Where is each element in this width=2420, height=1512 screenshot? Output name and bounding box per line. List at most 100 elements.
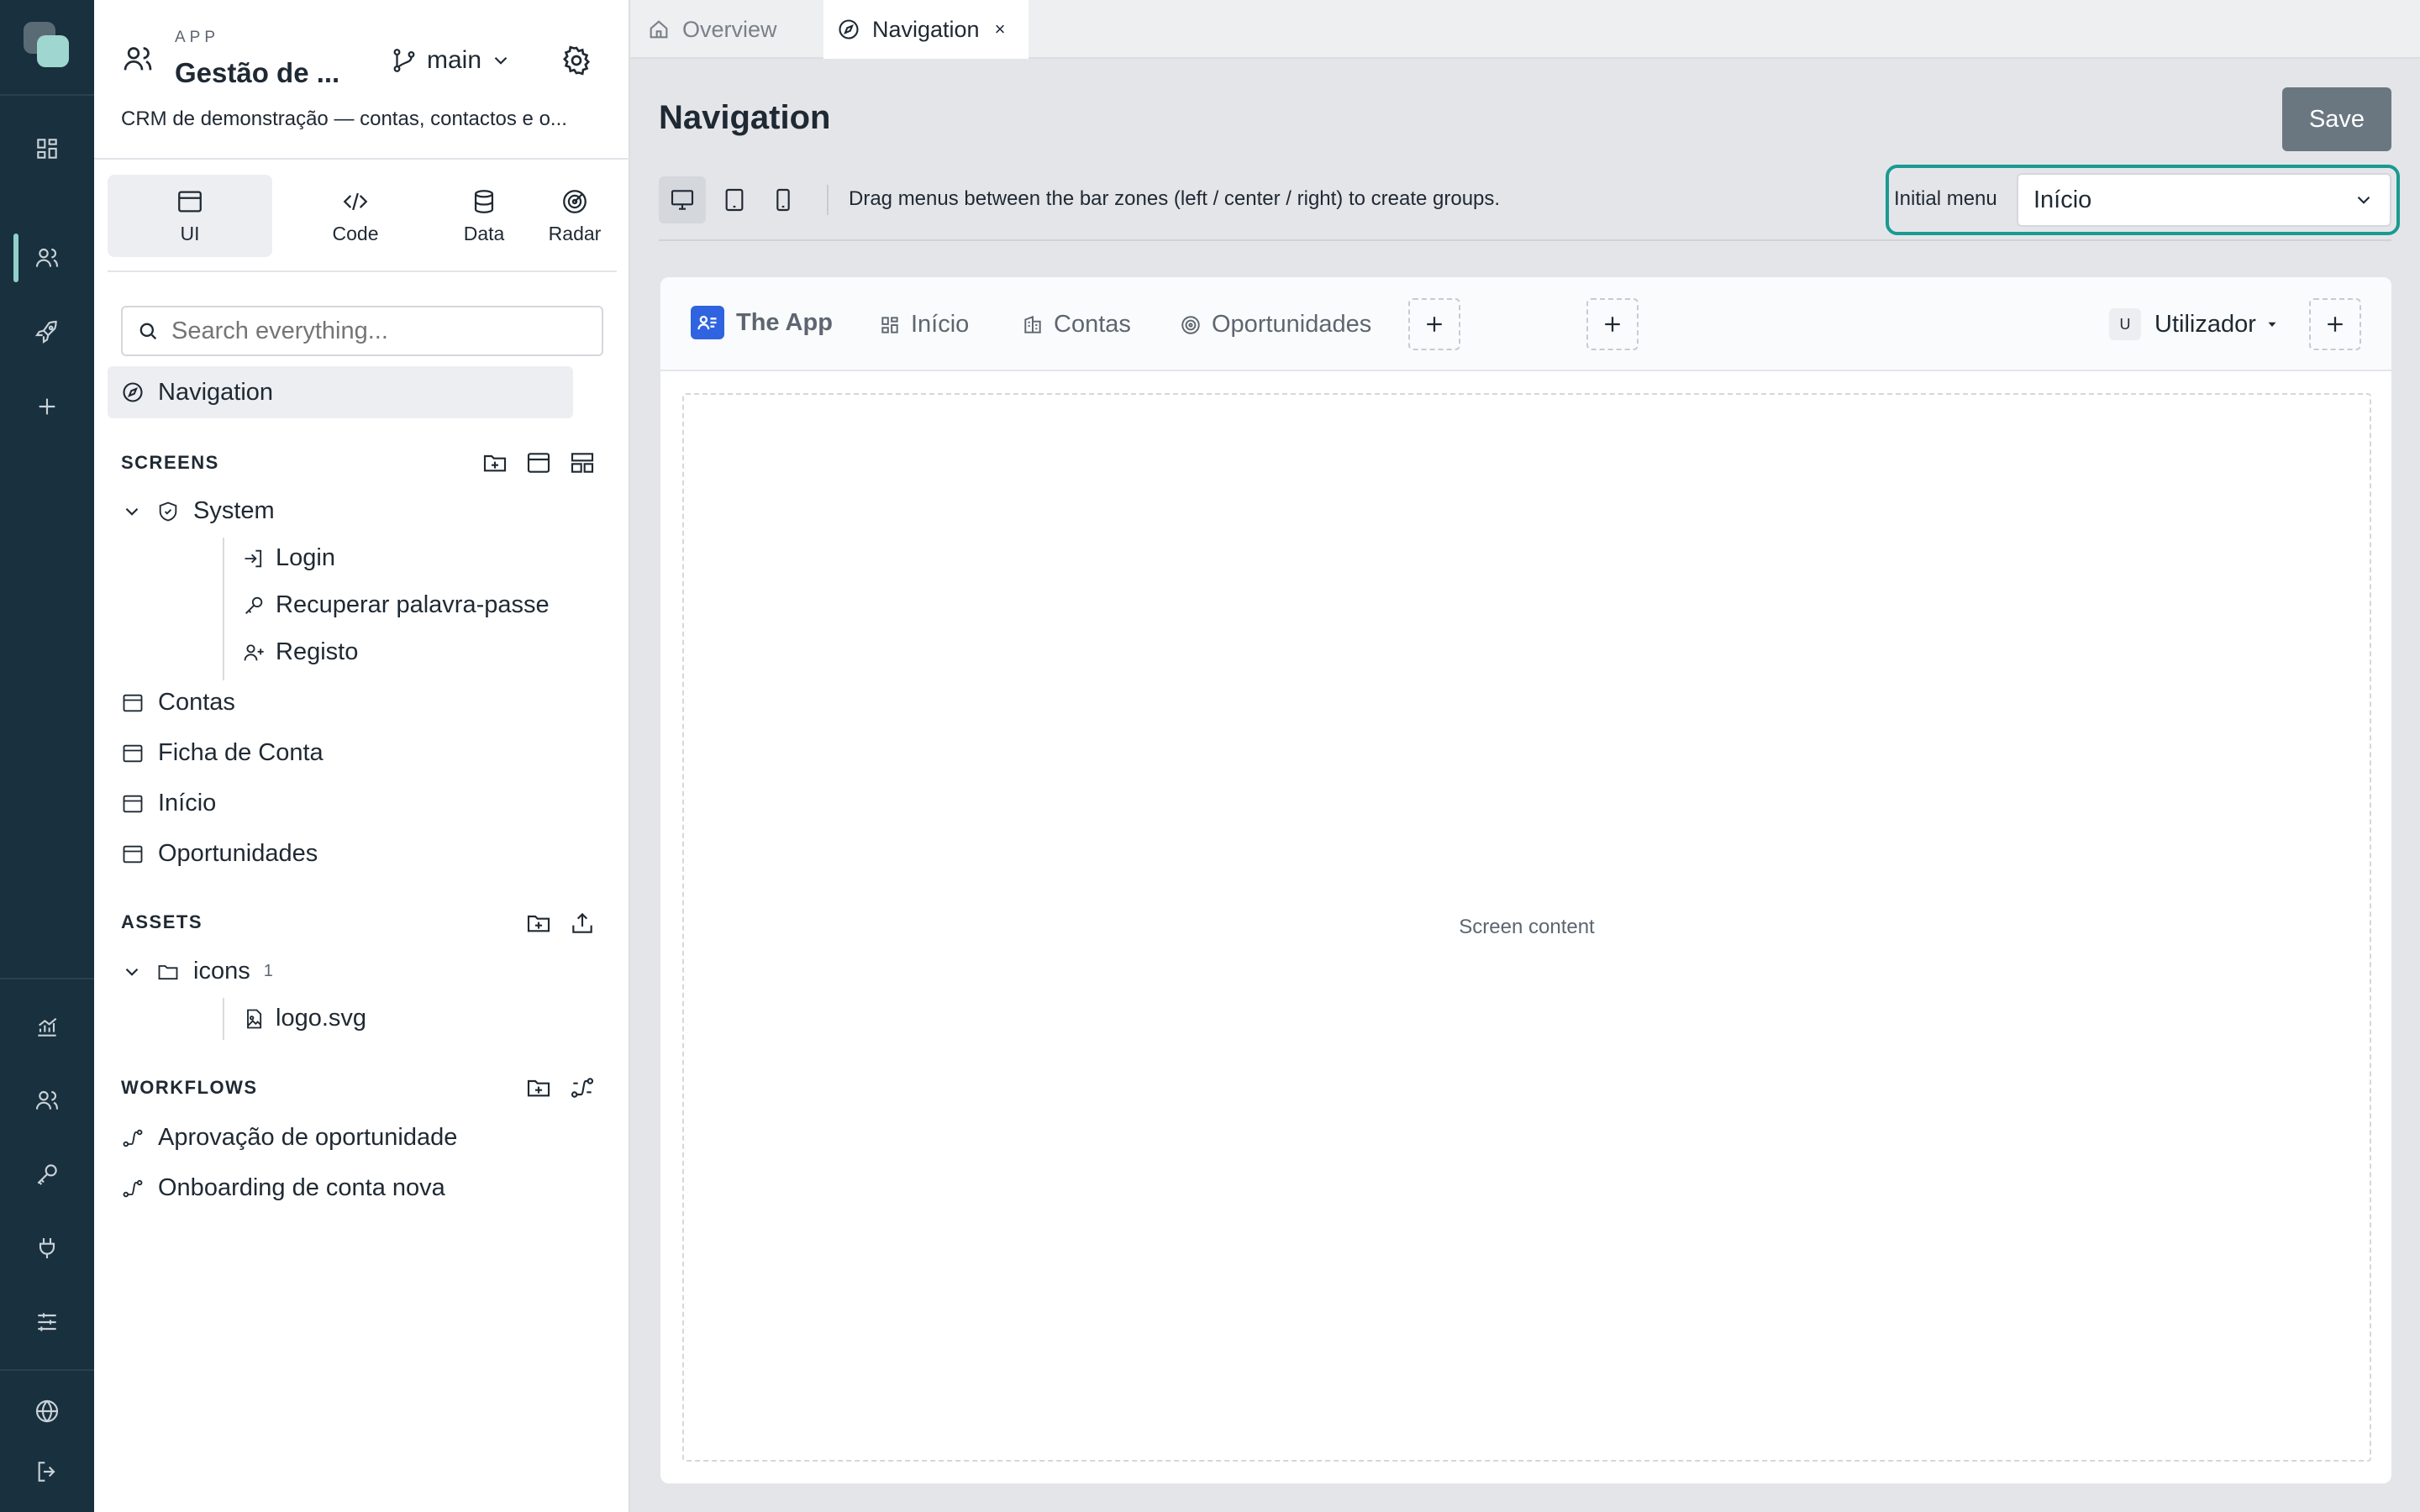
workflow-item-aprovacao[interactable]: Aprovação de oportunidade	[121, 1124, 457, 1152]
initial-menu-value: Início	[2033, 186, 2092, 213]
platform-logo[interactable]	[24, 22, 71, 69]
assets-section-title: ASSETS	[121, 911, 203, 932]
target-icon	[1181, 315, 1200, 334]
workflow-icon	[123, 1129, 143, 1147]
app-kicker: APP	[175, 29, 220, 46]
page-title: Navigation	[659, 99, 831, 136]
branch-selector[interactable]: main	[390, 42, 512, 79]
app-rail	[0, 0, 94, 1512]
users-icon[interactable]	[29, 239, 66, 276]
save-button[interactable]: Save	[2282, 87, 2391, 151]
screen-item-label: Registo	[276, 638, 359, 665]
screen-item-contas[interactable]: Contas	[121, 689, 235, 717]
screen-item-label: Ficha de Conta	[158, 739, 324, 766]
divider	[94, 158, 630, 160]
tree-guide	[223, 538, 224, 680]
nav-item-navigation[interactable]: Navigation	[108, 366, 573, 418]
screen-content-area: Screen content	[682, 393, 2371, 1462]
tree-guide	[223, 998, 224, 1040]
tree-group-system[interactable]: System	[121, 497, 275, 525]
sliders-icon[interactable]	[29, 1304, 66, 1341]
device-mobile-button[interactable]	[760, 176, 807, 223]
caret-down-icon	[2268, 322, 2276, 327]
workflow-icon[interactable]	[568, 1074, 597, 1102]
tab-close-icon[interactable]: ×	[995, 18, 1006, 40]
screen-item-label: Login	[276, 544, 335, 571]
apps-grid-icon[interactable]	[29, 130, 66, 167]
workflow-item-label: Aprovação de oportunidade	[158, 1124, 458, 1151]
chevron-down-icon	[2357, 196, 2370, 204]
screen-item-label: Oportunidades	[158, 840, 318, 867]
tab-navigation-label: Navigation	[872, 16, 980, 42]
rail-divider	[0, 978, 94, 979]
layout-template-icon[interactable]	[568, 449, 597, 477]
tab-radar[interactable]: Radar	[521, 175, 629, 257]
key-icon[interactable]	[29, 1156, 66, 1193]
tab-ui[interactable]: UI	[108, 175, 272, 257]
tab-code[interactable]: Code	[302, 175, 409, 257]
divider	[108, 270, 617, 272]
asset-file-logo[interactable]: logo.svg	[242, 1005, 366, 1032]
device-tablet-button[interactable]	[711, 176, 758, 223]
toolbar-divider	[827, 185, 829, 215]
database-icon	[474, 189, 494, 213]
screen-content-placeholder: Screen content	[1459, 916, 1595, 938]
team-icon[interactable]	[29, 1082, 66, 1119]
preview-user-menu[interactable]: U Utilizador	[2109, 308, 2280, 340]
new-folder-icon[interactable]	[524, 909, 553, 937]
logout-icon[interactable]	[29, 1453, 66, 1490]
screen-item-label: Início	[158, 790, 217, 816]
compass-icon	[839, 19, 859, 39]
screen-item-login[interactable]: Login	[242, 544, 335, 572]
add-menu-left-button[interactable]	[1408, 298, 1460, 350]
app-name[interactable]: Gestão de ...	[175, 57, 339, 89]
plug-icon[interactable]	[29, 1230, 66, 1267]
initial-menu-select[interactable]: Início	[2017, 173, 2391, 227]
editor-tabs: Overview Navigation ×	[630, 0, 2420, 59]
user-plus-icon	[244, 643, 264, 660]
screen-item-ficha[interactable]: Ficha de Conta	[121, 739, 324, 767]
screen-item-registo[interactable]: Registo	[242, 638, 358, 666]
device-desktop-button[interactable]	[659, 176, 706, 223]
plus-icon[interactable]	[29, 388, 66, 425]
building-icon	[1024, 315, 1041, 333]
screen-item-recuperar[interactable]: Recuperar palavra-passe	[242, 591, 550, 619]
new-folder-icon[interactable]	[481, 449, 509, 477]
new-folder-icon[interactable]	[524, 1074, 553, 1102]
tab-overview[interactable]: Overview	[647, 0, 815, 59]
toolbar-rule	[659, 239, 2391, 241]
search-input[interactable]	[171, 317, 592, 345]
shield-icon	[159, 501, 177, 521]
app-description: CRM de demonstração — contas, contactos …	[121, 108, 567, 130]
screen-item-oportunidades[interactable]: Oportunidades	[121, 840, 318, 868]
plus-icon	[2328, 317, 2343, 332]
tab-navigation[interactable]: Navigation ×	[823, 0, 1028, 59]
screens-section-title: SCREENS	[121, 452, 219, 473]
asset-folder-icons[interactable]: icons 1	[121, 958, 273, 985]
plus-icon	[1605, 317, 1620, 332]
add-menu-right-button[interactable]	[2309, 298, 2361, 350]
globe-icon[interactable]	[29, 1393, 66, 1430]
compass-icon	[123, 382, 143, 402]
brand-name: The App	[736, 308, 833, 336]
upload-icon[interactable]	[568, 909, 597, 937]
gear-icon[interactable]	[560, 44, 593, 77]
preview-menu-contas[interactable]: Contas	[1022, 311, 1131, 339]
radar-icon	[563, 189, 587, 213]
workflow-item-onboarding[interactable]: Onboarding de conta nova	[121, 1174, 445, 1202]
rail-divider	[0, 1369, 94, 1371]
window-icon	[178, 191, 202, 212]
screen-item-inicio[interactable]: Início	[121, 790, 216, 817]
tab-ui-label: UI	[180, 222, 200, 244]
rail-divider	[0, 94, 94, 96]
preview-brand[interactable]: The App	[691, 306, 833, 339]
preview-menu-oportunidades[interactable]: Oportunidades	[1180, 311, 1371, 339]
search-box[interactable]	[121, 306, 603, 356]
preview-menu-inicio[interactable]: Início	[879, 311, 969, 339]
new-screen-icon[interactable]	[524, 449, 553, 477]
workflow-item-label: Onboarding de conta nova	[158, 1174, 445, 1201]
add-menu-center-button[interactable]	[1586, 298, 1639, 350]
analytics-icon[interactable]	[29, 1008, 66, 1045]
rocket-icon[interactable]	[29, 313, 66, 350]
folder-label: icons	[193, 958, 250, 984]
